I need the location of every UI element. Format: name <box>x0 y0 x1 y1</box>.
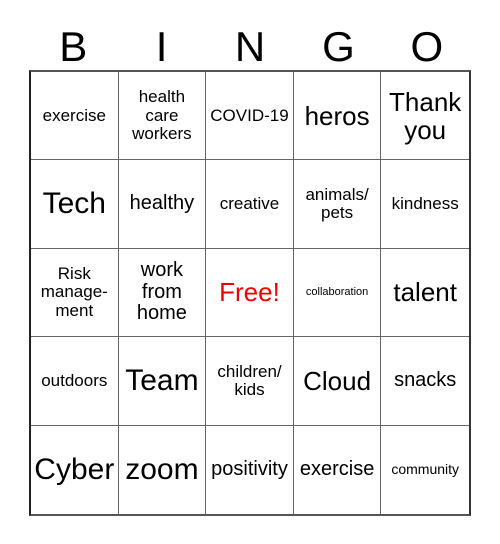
bingo-cell[interactable]: community <box>381 425 469 514</box>
bingo-cell[interactable]: Tech <box>31 160 119 249</box>
bingo-cell[interactable]: snacks <box>381 337 469 426</box>
bingo-cell-label: snacks <box>394 369 457 392</box>
bingo-cell[interactable]: Cloud <box>293 337 382 426</box>
bingo-cell-free[interactable]: Free! <box>206 248 294 338</box>
bingo-cell[interactable]: health care workers <box>118 72 207 161</box>
bingo-cell[interactable]: exercise <box>31 72 119 161</box>
bingo-cell-label: positivity <box>211 458 288 480</box>
bingo-cell-label: Team <box>125 363 199 397</box>
bingo-cell-label: children/ kids <box>217 361 282 399</box>
bingo-cell-label: healthy <box>129 192 195 215</box>
bingo-cell[interactable]: creative <box>206 160 294 249</box>
bingo-cell-label: Cloud <box>303 365 372 396</box>
bingo-cell-label: creative <box>219 193 280 213</box>
bingo-cell-label: collaboration <box>305 285 369 298</box>
bingo-cell[interactable]: talent <box>381 248 469 338</box>
bingo-cell[interactable]: work from home <box>118 248 207 338</box>
bingo-cell[interactable]: Risk manage- ment <box>31 248 119 338</box>
bingo-cell-label: work from home <box>136 259 187 325</box>
bingo-cell-label: kindness <box>391 193 459 213</box>
bingo-cell[interactable]: positivity <box>206 425 294 514</box>
bingo-cell-label: COVID-19 <box>210 105 289 125</box>
bingo-cell-label: Thank you <box>389 86 462 145</box>
bingo-cell[interactable]: zoom <box>118 425 207 514</box>
bingo-cell[interactable]: outdoors <box>31 337 119 426</box>
bingo-cell[interactable]: COVID-19 <box>206 72 294 161</box>
bingo-cell[interactable]: Cyber <box>31 425 119 514</box>
bingo-cell[interactable]: Team <box>118 337 207 426</box>
bingo-cell-label: exercise <box>42 105 106 125</box>
header-letter-n: N <box>234 23 266 70</box>
bingo-cell[interactable]: collaboration <box>293 248 382 338</box>
header-letter-b: B <box>59 23 88 70</box>
bingo-cell[interactable]: Thank you <box>381 72 469 161</box>
bingo-cell-label: health care workers <box>132 87 192 143</box>
header-letter-o: O <box>410 23 444 70</box>
bingo-cell-label: Cyber <box>34 452 115 486</box>
bingo-cell-label: heros <box>304 100 370 131</box>
bingo-cell[interactable]: heros <box>293 72 382 161</box>
bingo-cell-label: animals/ pets <box>305 184 369 223</box>
bingo-card: B I N G O exercise health care workers COV… <box>0 0 500 544</box>
bingo-cell-label: outdoors <box>41 370 108 390</box>
bingo-cell[interactable]: healthy <box>118 160 207 249</box>
header-letter-g: G <box>322 23 355 70</box>
bingo-cell-label: exercise <box>299 458 375 480</box>
bingo-cell-label: Free! <box>219 277 280 308</box>
bingo-cell-label: community <box>391 461 460 478</box>
bingo-cell-label: Risk manage- ment <box>40 263 108 320</box>
bingo-cell[interactable]: children/ kids <box>206 337 294 426</box>
bingo-cell[interactable]: animals/ pets <box>293 160 382 249</box>
bingo-cell-label: talent <box>393 277 457 308</box>
bingo-cell-label: Tech <box>42 186 106 220</box>
bingo-cell[interactable]: exercise <box>293 425 382 514</box>
header-letter-i: I <box>155 23 168 70</box>
bingo-cell-label: zoom <box>125 452 199 486</box>
bingo-grid: exercise health care workers COVID-19 heros… <box>29 70 471 516</box>
bingo-cell[interactable]: kindness <box>381 160 469 249</box>
bingo-header: B I N G O <box>29 12 471 70</box>
